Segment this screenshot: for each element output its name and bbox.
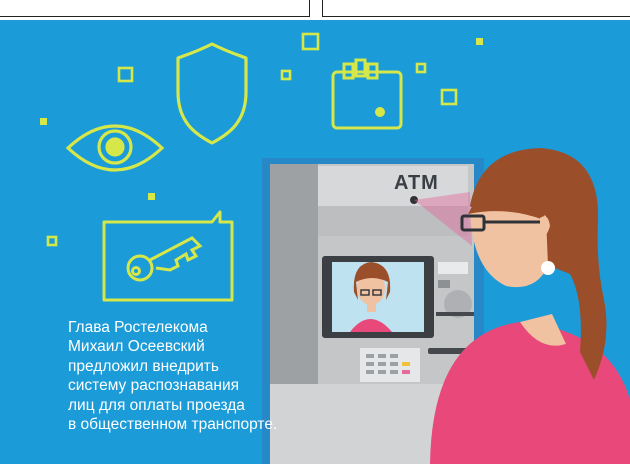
eye-icon [65, 124, 165, 172]
chat-bubble-icon [102, 210, 234, 302]
wallet-icon [331, 58, 403, 130]
shield-icon [176, 42, 248, 145]
caption-text: Глава Ростелекома Михаил Осеевский предл… [68, 319, 278, 434]
key-icon [126, 236, 203, 282]
atm-label: ATM [394, 172, 439, 194]
